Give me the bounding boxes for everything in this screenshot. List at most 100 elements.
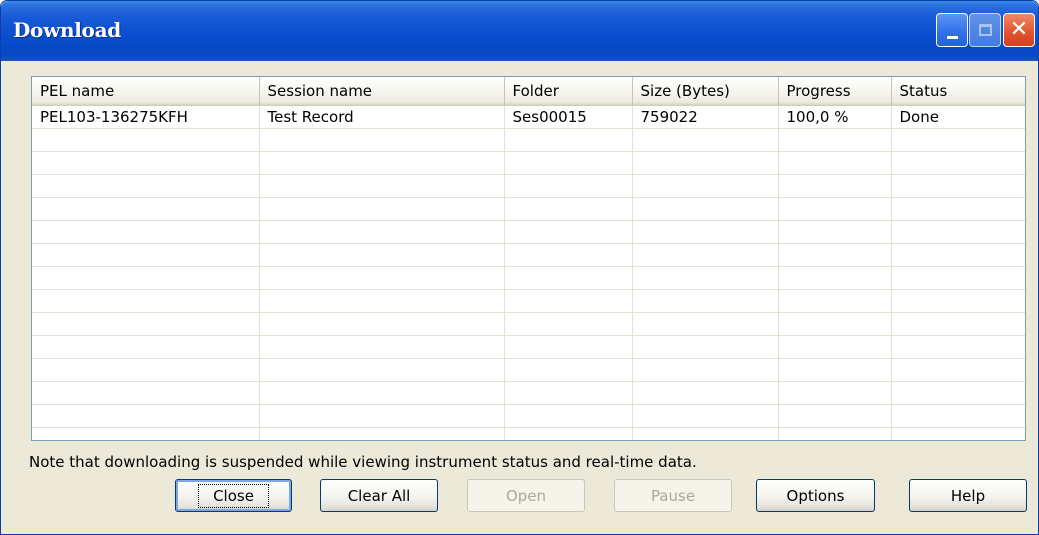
empty-cell <box>891 174 1025 198</box>
empty-cell <box>259 358 505 382</box>
empty-cell <box>259 381 505 405</box>
empty-cell <box>632 404 779 428</box>
title-bar[interactable]: Download ✕ <box>1 1 1038 61</box>
empty-row <box>32 335 1025 359</box>
empty-cell <box>32 289 260 313</box>
empty-cell <box>32 312 260 336</box>
empty-cell <box>259 128 505 152</box>
empty-row <box>32 243 1025 267</box>
empty-cell <box>32 381 260 405</box>
empty-cell <box>504 358 633 382</box>
empty-cell <box>632 220 779 244</box>
empty-cell <box>32 128 260 152</box>
empty-cell <box>259 151 505 175</box>
column-header-progress[interactable]: Progress <box>778 77 892 106</box>
empty-cell <box>504 220 633 244</box>
empty-cell <box>632 197 779 221</box>
empty-cell <box>504 151 633 175</box>
empty-cell <box>778 289 892 313</box>
empty-cell <box>32 427 260 440</box>
empty-cell <box>32 266 260 290</box>
cell-status: Done <box>891 105 1025 129</box>
empty-cell <box>259 335 505 359</box>
empty-cell <box>259 174 505 198</box>
column-header-session-name[interactable]: Session name <box>259 77 505 106</box>
empty-cell <box>504 174 633 198</box>
empty-cell <box>778 404 892 428</box>
close-button[interactable]: Close <box>175 479 292 512</box>
open-button: Open <box>467 479 585 512</box>
empty-row <box>32 358 1025 382</box>
cell-session-name: Test Record <box>259 105 505 129</box>
column-header-pel-name[interactable]: PEL name <box>32 77 260 106</box>
empty-cell <box>504 128 633 152</box>
empty-cell <box>32 358 260 382</box>
empty-row <box>32 220 1025 244</box>
empty-cell <box>891 128 1025 152</box>
minimize-button[interactable] <box>936 13 968 47</box>
empty-cell <box>504 289 633 313</box>
pause-button: Pause <box>614 479 732 512</box>
empty-cell <box>32 220 260 244</box>
empty-cell <box>891 404 1025 428</box>
cell-folder: Ses00015 <box>504 105 633 129</box>
close-window-button[interactable]: ✕ <box>1003 13 1035 47</box>
clear-all-button[interactable]: Clear All <box>320 479 438 512</box>
empty-cell <box>891 243 1025 267</box>
empty-cell <box>504 427 633 440</box>
empty-cell <box>504 197 633 221</box>
empty-cell <box>778 174 892 198</box>
empty-cell <box>632 151 779 175</box>
column-header-status[interactable]: Status <box>891 77 1025 106</box>
empty-cell <box>891 266 1025 290</box>
empty-cell <box>32 174 260 198</box>
maximize-icon <box>978 24 992 36</box>
empty-cell <box>32 335 260 359</box>
empty-row <box>32 404 1025 428</box>
download-list[interactable]: PEL name Session name Folder Size (Bytes… <box>31 76 1026 441</box>
empty-cell <box>778 197 892 221</box>
empty-cell <box>778 427 892 440</box>
empty-cell <box>32 197 260 221</box>
empty-cell <box>632 174 779 198</box>
empty-cell <box>632 427 779 440</box>
column-header-size[interactable]: Size (Bytes) <box>632 77 779 106</box>
empty-cell <box>891 197 1025 221</box>
column-header-folder[interactable]: Folder <box>504 77 633 106</box>
empty-cell <box>259 220 505 244</box>
empty-row <box>32 266 1025 290</box>
empty-cell <box>632 381 779 405</box>
empty-cell <box>632 358 779 382</box>
empty-cell <box>778 335 892 359</box>
empty-row <box>32 289 1025 313</box>
empty-cell <box>504 404 633 428</box>
empty-cell <box>778 128 892 152</box>
empty-cell <box>891 151 1025 175</box>
empty-cell <box>259 312 505 336</box>
empty-cell <box>259 243 505 267</box>
empty-cell <box>632 289 779 313</box>
table-row[interactable]: PEL103-136275KFH Test Record Ses00015 75… <box>32 105 1025 129</box>
empty-cell <box>632 243 779 267</box>
empty-cell <box>259 197 505 221</box>
empty-cell <box>891 312 1025 336</box>
empty-cell <box>504 266 633 290</box>
empty-cell <box>32 404 260 428</box>
empty-cell <box>778 243 892 267</box>
empty-cell <box>32 151 260 175</box>
help-button[interactable]: Help <box>909 479 1027 512</box>
empty-row <box>32 427 1025 440</box>
empty-cell <box>632 335 779 359</box>
empty-cell <box>632 128 779 152</box>
download-table: PEL name Session name Folder Size (Bytes… <box>32 77 1025 440</box>
empty-cell <box>259 266 505 290</box>
close-button-label: Close <box>198 483 269 508</box>
empty-cell <box>891 427 1025 440</box>
empty-cell <box>259 289 505 313</box>
options-button[interactable]: Options <box>756 479 875 512</box>
download-window: Download ✕ PEL name Session name Folder … <box>0 0 1039 535</box>
maximize-button <box>969 13 1001 47</box>
empty-cell <box>778 151 892 175</box>
empty-cell <box>504 243 633 267</box>
empty-cell <box>891 220 1025 244</box>
